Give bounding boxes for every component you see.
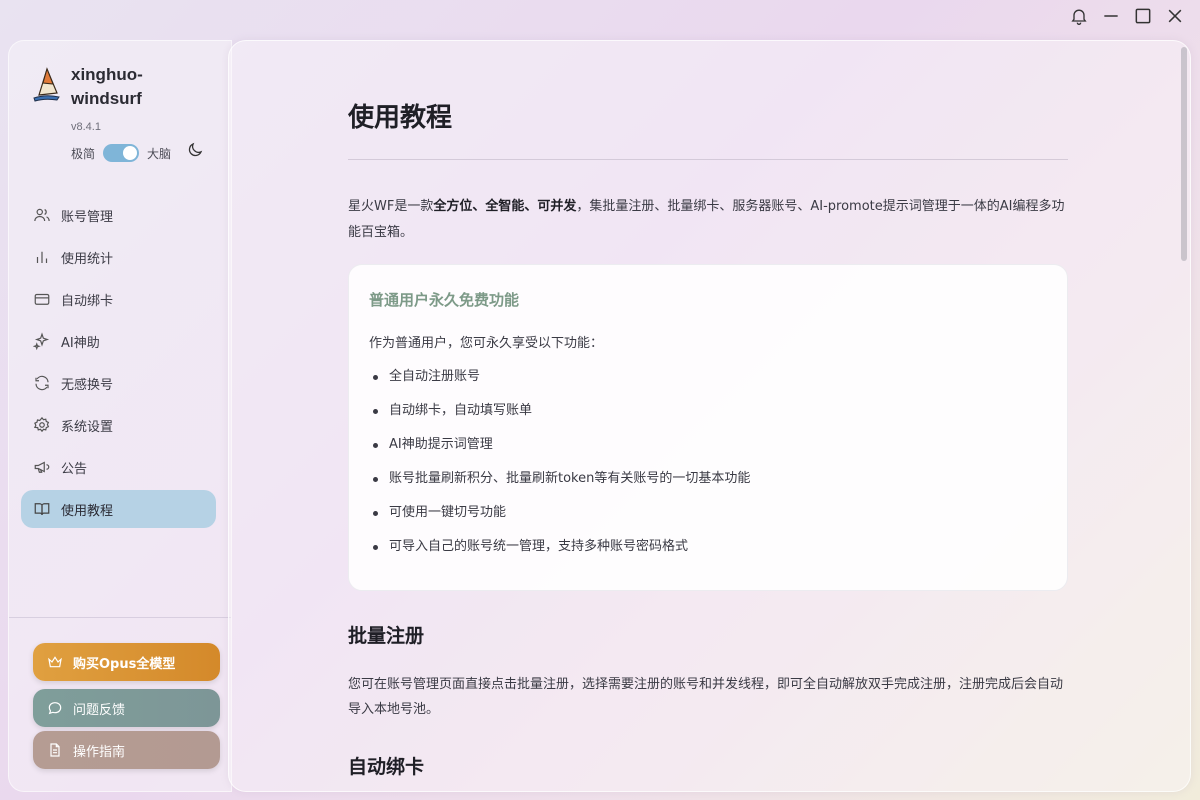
guide-label: 操作指南	[73, 744, 126, 760]
mode-toggle[interactable]	[103, 144, 140, 162]
title-divider	[348, 159, 1068, 160]
list-item: 可导入自己的账号统一管理，支持多种账号密码格式	[369, 535, 1047, 569]
card-title: 普通用户永久免费功能	[369, 291, 520, 309]
users-icon	[34, 208, 50, 222]
list-item: 全自动注册账号	[369, 365, 1047, 399]
intro-prefix: 星火WF是一款	[348, 199, 434, 214]
scrollbar-thumb[interactable]	[1181, 47, 1187, 261]
bell-icon[interactable]	[1068, 4, 1090, 28]
credit-card-icon	[34, 293, 50, 305]
sidebar-item-label: 系统设置	[61, 419, 114, 435]
sidebar: xinghuo-windsurf v8.4.1 极简 大脑 账号管理 使用统计 …	[8, 40, 232, 792]
intro-paragraph: 星火WF是一款全方位、全智能、可并发，集批量注册、批量绑卡、服务器账号、AI-p…	[348, 194, 1068, 246]
sidebar-item-ai-assist[interactable]: AI神助	[21, 322, 216, 360]
sidebar-item-tutorial[interactable]: 使用教程	[21, 490, 216, 528]
sidebar-item-seamless-switch[interactable]: 无感换号	[21, 364, 216, 402]
list-item: AI神助提示词管理	[369, 433, 1047, 467]
sidebar-item-accounts[interactable]: 账号管理	[21, 196, 216, 234]
close-icon[interactable]	[1164, 4, 1186, 28]
sidebar-item-label: AI神助	[61, 335, 100, 351]
sidebar-item-label: 自动绑卡	[61, 293, 114, 309]
brand: xinghuo-windsurf	[31, 63, 181, 111]
sidebar-item-label: 无感换号	[61, 377, 114, 393]
title-bar	[0, 0, 1200, 34]
buy-opus-label: 购买Opus全模型	[73, 656, 176, 672]
window-controls	[1068, 4, 1186, 28]
sparkles-icon	[33, 332, 50, 350]
toggle-knob	[123, 146, 138, 160]
sidebar-item-label: 公告	[61, 461, 88, 477]
mode-switch-row: 极简 大脑	[71, 144, 171, 162]
sidebar-divider	[9, 617, 231, 618]
mode-left-label: 极简	[71, 146, 96, 161]
app-version: v8.4.1	[71, 121, 101, 133]
intro-bold: 全方位、全智能、可并发	[433, 199, 577, 214]
crown-icon	[48, 656, 62, 668]
page-title: 使用教程	[348, 103, 453, 133]
sidebar-item-label: 使用教程	[61, 503, 114, 519]
chat-bubble-icon	[48, 702, 62, 715]
section-heading-auto-bind: 自动绑卡	[348, 756, 425, 778]
megaphone-icon	[34, 461, 50, 473]
sidebar-item-announcements[interactable]: 公告	[21, 448, 216, 486]
feedback-label: 问题反馈	[73, 702, 126, 718]
document-icon	[50, 743, 60, 757]
minimize-icon[interactable]	[1100, 4, 1122, 28]
feedback-button[interactable]: 问题反馈	[33, 689, 220, 727]
sidebar-item-stats[interactable]: 使用统计	[21, 238, 216, 276]
moon-icon[interactable]	[186, 141, 204, 159]
list-item: 自动绑卡，自动填写账单	[369, 399, 1047, 433]
card-subtitle: 作为普通用户，您可永久享受以下功能：	[369, 336, 604, 351]
book-icon	[34, 503, 50, 516]
section-body-batch-register: 您可在账号管理页面直接点击批量注册，选择需要注册的账号和并发线程，即可全自动解放…	[348, 677, 1064, 717]
sidebar-item-settings[interactable]: 系统设置	[21, 406, 216, 444]
refresh-icon	[35, 375, 49, 391]
bar-chart-icon	[36, 251, 48, 263]
sidebar-item-label: 使用统计	[61, 251, 114, 267]
mode-right-label: 大脑	[147, 146, 172, 161]
main-panel: 使用教程 星火WF是一款全方位、全智能、可并发，集批量注册、批量绑卡、服务器账号…	[228, 40, 1191, 792]
sidebar-item-card-binding[interactable]: 自动绑卡	[21, 280, 216, 318]
sidebar-item-label: 账号管理	[61, 209, 114, 225]
app-name: xinghuo-windsurf	[71, 65, 143, 108]
maximize-icon[interactable]	[1132, 4, 1154, 28]
tutorial-content: 使用教程 星火WF是一款全方位、全智能、可并发，集批量注册、批量绑卡、服务器账号…	[348, 97, 1068, 779]
feature-list: 全自动注册账号 自动绑卡，自动填写账单 AI神助提示词管理 账号批量刷新积分、批…	[369, 365, 1047, 569]
sidebar-nav: 账号管理 使用统计 自动绑卡 AI神助 无感换号 系统设置 公告 使用教程	[21, 196, 216, 532]
gear-icon	[33, 416, 50, 433]
list-item: 账号批量刷新积分、批量刷新token等有关账号的一切基本功能	[369, 467, 1047, 501]
list-item: 可使用一键切号功能	[369, 501, 1047, 535]
windsurf-logo-icon	[33, 67, 60, 102]
free-features-card: 普通用户永久免费功能 作为普通用户，您可永久享受以下功能： 全自动注册账号 自动…	[348, 264, 1068, 591]
guide-button[interactable]: 操作指南	[33, 731, 220, 769]
buy-opus-button[interactable]: 购买Opus全模型	[33, 643, 220, 681]
section-heading-batch-register: 批量注册	[348, 625, 425, 647]
